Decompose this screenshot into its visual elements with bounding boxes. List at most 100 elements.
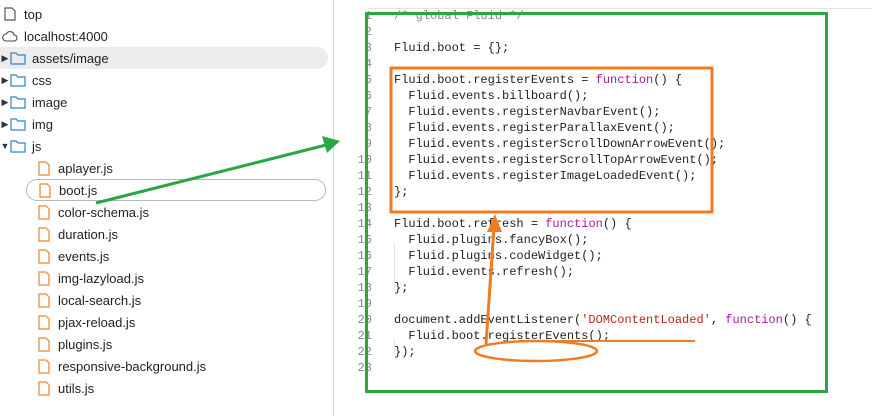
code-line[interactable]: 9 Fluid.events.registerScrollDownArrowEv… <box>334 136 872 152</box>
tree-folder-item[interactable]: ▶ image <box>0 91 68 113</box>
line-number: 1 <box>364 9 372 23</box>
code-line[interactable]: 5 Fluid.boot.registerEvents = function() … <box>334 72 872 88</box>
code-text: Fluid.events.billboard(); <box>394 88 588 104</box>
tree-file-item[interactable]: utils.js <box>0 377 94 399</box>
code-text: Fluid.plugins.fancyBox(); <box>394 232 588 248</box>
js-file-icon <box>36 380 52 396</box>
code-token: }; <box>394 185 409 199</box>
line-number: 3 <box>364 41 372 55</box>
code-line[interactable]: 2 <box>334 24 872 40</box>
code-line[interactable]: 20 document.addEventListener('DOMContentL… <box>334 312 872 328</box>
code-text: Fluid.events.registerImageLoadedEvent(); <box>394 168 696 184</box>
code-line[interactable]: 1 /* global Fluid */ <box>334 8 872 24</box>
tree-folder-item[interactable]: top <box>0 3 42 25</box>
code-text: Fluid.boot.registerEvents(); <box>394 328 610 344</box>
code-line[interactable]: 12}; <box>334 184 872 200</box>
tree-item-label: events.js <box>58 248 110 264</box>
tree-file-item[interactable]: aplayer.js <box>0 157 113 179</box>
code-token: Fluid.events.registerParallaxEvent(); <box>394 121 675 135</box>
js-file-icon <box>36 204 52 220</box>
expand-triangle-icon[interactable]: ▶ <box>0 53 10 64</box>
code-token: document.addEventListener( <box>394 313 582 327</box>
code-line[interactable]: 21 Fluid.boot.registerEvents(); <box>334 328 872 344</box>
line-number: 6 <box>364 89 372 103</box>
code-token: () { <box>782 313 812 327</box>
keyword-token: function <box>725 313 783 327</box>
tree-file-item[interactable]: local-search.js <box>0 289 141 311</box>
code-line[interactable]: 15 Fluid.plugins.fancyBox(); <box>334 232 872 248</box>
code-line[interactable]: 22}); <box>334 344 872 360</box>
code-token: Fluid.plugins.codeWidget(); <box>394 249 603 263</box>
code-line[interactable]: 8 Fluid.events.registerParallaxEvent(); <box>334 120 872 136</box>
code-line[interactable]: 16 Fluid.plugins.codeWidget(); <box>334 248 872 264</box>
code-line[interactable]: 10 Fluid.events.registerScrollTopArrowEv… <box>334 152 872 168</box>
tree-item-label: css <box>32 72 52 88</box>
code-line[interactable]: 19 <box>334 296 872 312</box>
tree-file-item[interactable]: color-schema.js <box>0 201 149 223</box>
string-token: 'DOMContentLoaded' <box>581 313 711 327</box>
expand-triangle-icon[interactable]: ▶ <box>0 119 10 130</box>
code-token: Fluid.plugins.fancyBox(); <box>394 233 589 247</box>
indent-guide <box>394 242 395 290</box>
code-text: /* global Fluid */ <box>394 8 524 24</box>
tree-folder-item[interactable]: ▼ js <box>0 135 42 157</box>
code-line[interactable]: 18}; <box>334 280 872 296</box>
code-token: , <box>710 313 726 327</box>
tree-folder-item[interactable]: localhost:4000 <box>0 25 108 47</box>
code-text: Fluid.boot.refresh = function() { <box>394 216 632 232</box>
tree-file-item[interactable]: events.js <box>0 245 109 267</box>
folder-icon <box>10 116 26 132</box>
expand-triangle-icon[interactable]: ▶ <box>0 75 10 86</box>
code-token: }); <box>394 345 416 359</box>
tree-item-label: color-schema.js <box>58 204 150 220</box>
tree-item-label: aplayer.js <box>58 160 113 176</box>
line-number: 22 <box>357 345 372 359</box>
code-line[interactable]: 3 Fluid.boot = {}; <box>334 40 872 56</box>
expand-triangle-icon[interactable]: ▶ <box>0 97 10 108</box>
code-text: Fluid.events.registerScrollDownArrowEven… <box>394 136 725 152</box>
document-icon <box>2 6 18 22</box>
code-line[interactable]: 14 Fluid.boot.refresh = function() { <box>334 216 872 232</box>
tree-item-label: img <box>32 116 53 132</box>
folder-icon <box>10 72 26 88</box>
js-file-icon <box>37 182 53 198</box>
code-line[interactable]: 23 <box>334 360 872 376</box>
code-line[interactable]: 7 Fluid.events.registerNavbarEvent(); <box>334 104 872 120</box>
code-line[interactable]: 17 Fluid.events.refresh(); <box>334 264 872 280</box>
code-line[interactable]: 13 <box>334 200 872 216</box>
line-number: 2 <box>364 25 372 39</box>
code-line[interactable]: 6 Fluid.events.billboard(); <box>334 88 872 104</box>
code-line[interactable]: 4 <box>334 56 872 72</box>
expand-triangle-icon[interactable]: ▼ <box>0 141 10 151</box>
code-token: Fluid.events.registerNavbarEvent(); <box>394 105 661 119</box>
line-number: 20 <box>357 313 372 327</box>
code-line[interactable]: 11 Fluid.events.registerImageLoadedEvent… <box>334 168 872 184</box>
code-token: () { <box>602 217 632 231</box>
tree-folder-item[interactable]: ▶ css <box>0 69 52 91</box>
line-number: 17 <box>357 265 372 279</box>
tree-folder-item[interactable]: ▶ img <box>0 113 53 135</box>
line-number: 5 <box>364 73 372 87</box>
code-text: Fluid.boot = {}; <box>394 40 509 56</box>
tree-file-item[interactable]: img-lazyload.js <box>0 267 144 289</box>
tree-file-item[interactable]: duration.js <box>0 223 118 245</box>
keyword-token: function <box>545 217 603 231</box>
tree-file-item[interactable]: responsive-background.js <box>0 355 206 377</box>
tree-file-item[interactable]: plugins.js <box>0 333 112 355</box>
line-number: 23 <box>357 361 372 375</box>
code-token: Fluid.events.registerScrollTopArrowEvent… <box>394 153 719 167</box>
code-text: Fluid.events.refresh(); <box>394 264 574 280</box>
tree-item-label: utils.js <box>58 380 95 396</box>
line-number: 8 <box>364 121 372 135</box>
tree-file-item[interactable]: pjax-reload.js <box>0 311 135 333</box>
tree-folder-item[interactable]: ▶ assets/image <box>0 47 328 69</box>
code-text: }; <box>394 184 408 200</box>
tree-item-label: localhost:4000 <box>24 28 108 44</box>
code-token: Fluid.events.registerScrollDownArrowEven… <box>394 137 726 151</box>
tree-file-item[interactable]: boot.js <box>26 179 326 201</box>
tree-item-label: top <box>24 6 43 22</box>
code-text: }); <box>394 344 416 360</box>
js-file-icon <box>36 358 52 374</box>
line-number: 13 <box>357 201 372 215</box>
line-number: 18 <box>357 281 372 295</box>
